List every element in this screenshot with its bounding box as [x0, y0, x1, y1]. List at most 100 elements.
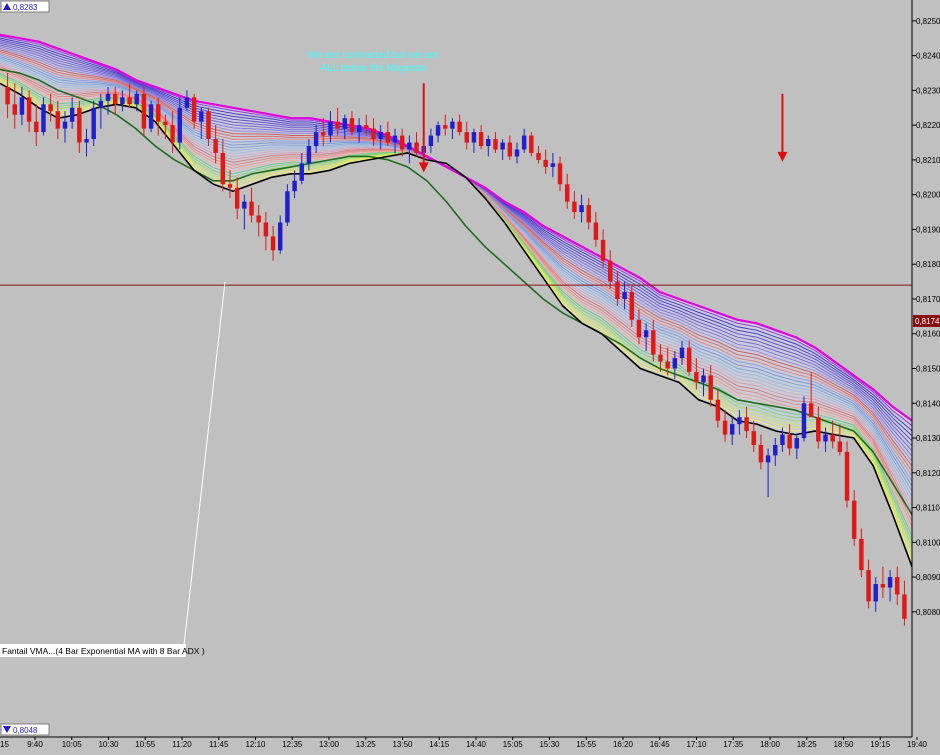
candle-body	[428, 135, 434, 147]
candle-body	[564, 184, 570, 202]
candle-body	[794, 438, 800, 449]
x-tick-label: 19:40	[907, 740, 928, 749]
candle-body	[895, 577, 900, 595]
candle-body	[672, 358, 678, 369]
candle-body	[493, 139, 498, 150]
candle-body	[34, 121, 39, 133]
y-tick-label: 0,8170	[916, 295, 940, 304]
candle-body	[521, 135, 527, 150]
candle-body	[679, 347, 685, 359]
candle-body	[529, 135, 534, 153]
x-tick-label: 13:00	[319, 740, 340, 749]
candle-body	[643, 330, 649, 338]
candle-body	[26, 97, 32, 122]
indicator-label: Fantail VMA...(4 Bar Exponential MA with…	[2, 646, 205, 656]
y-tick-label: 0,8130	[916, 434, 940, 443]
candle-body	[349, 118, 355, 133]
candle-body	[170, 125, 175, 143]
candle-body	[378, 132, 383, 140]
x-tick-label: 16:45	[650, 740, 671, 749]
candle-body	[270, 236, 276, 251]
candle-body	[507, 142, 513, 157]
candle-body	[435, 125, 441, 136]
chart-svg: We are contracted but we are ALL below t…	[0, 0, 940, 750]
candle-body	[572, 201, 577, 213]
candle-body	[148, 104, 154, 129]
annotation-line-1: We are contracted but we are	[308, 50, 439, 61]
y-tick-label: 0,8090	[916, 573, 940, 582]
y-tick-label: 0,8200	[916, 191, 940, 200]
y-tick-label: 0,8190	[916, 225, 940, 234]
candle-body	[622, 292, 627, 299]
candle-body	[371, 128, 376, 140]
scale-high-label: 0,8283	[13, 3, 38, 12]
candle-body	[500, 142, 505, 150]
candle-body	[19, 97, 25, 115]
candle-body	[851, 500, 857, 539]
x-tick-label: 12:35	[282, 740, 303, 749]
x-tick-label: 17:35	[723, 740, 744, 749]
candle-body	[615, 281, 620, 299]
candle-body	[464, 132, 469, 143]
candle-body	[859, 538, 864, 571]
candle-body	[586, 205, 591, 223]
candle-body	[443, 125, 448, 129]
candle-body	[263, 222, 269, 237]
candle-body	[844, 451, 850, 501]
candle-body	[112, 93, 118, 105]
y-tick-label: 0,8150	[916, 365, 940, 374]
candle-body	[536, 152, 541, 160]
candle-body	[285, 191, 290, 223]
candle-body	[177, 107, 183, 143]
candle-body	[887, 577, 893, 588]
candle-body	[69, 107, 75, 122]
candle-body	[722, 420, 728, 435]
x-tick-label: 13:50	[392, 740, 413, 749]
candle-body	[184, 97, 190, 108]
y-tick-label: 0,8230	[916, 86, 940, 95]
x-tick-label: 18:25	[797, 740, 818, 749]
candle-body	[98, 100, 104, 108]
x-tick-label: 19:15	[870, 740, 891, 749]
candle-body	[600, 239, 606, 261]
candle-body	[12, 104, 17, 115]
candle-body	[213, 139, 218, 153]
candle-body	[156, 104, 161, 122]
candle-body	[105, 93, 111, 101]
candle-body	[321, 132, 326, 136]
candle-body	[880, 584, 886, 588]
candle-body	[91, 107, 96, 140]
candle-body	[392, 135, 398, 143]
candle-body	[765, 455, 771, 463]
x-tick-label: 14:15	[429, 740, 450, 749]
candle-body	[608, 260, 613, 282]
chart: We are contracted but we are ALL below t…	[0, 0, 940, 750]
x-tick-label: 11:45	[209, 740, 229, 749]
candle-body	[206, 111, 211, 140]
y-tick-label: 0,8180	[916, 260, 940, 269]
x-tick-label: 14:40	[466, 740, 487, 749]
candle-body	[773, 444, 778, 456]
candle-body	[686, 347, 692, 372]
y-tick-label: 0,8250	[916, 17, 940, 26]
x-tick-label: 12:10	[245, 740, 266, 749]
x-tick-label: 9:40	[27, 740, 43, 749]
candle-body	[708, 375, 713, 400]
y-tick-label: 0,8080	[916, 608, 940, 617]
candle-body	[414, 142, 419, 153]
x-tick-label: 17:10	[686, 740, 707, 749]
candle-body	[335, 121, 340, 129]
current-price-label: 0,8174	[915, 317, 940, 326]
candle-body	[665, 361, 670, 369]
candle-body	[808, 403, 814, 418]
candle-body	[292, 180, 297, 192]
candle-body	[227, 184, 233, 188]
candle-body	[737, 417, 742, 425]
candle-body	[557, 163, 563, 185]
candle-body	[902, 594, 907, 619]
candle-body	[550, 163, 556, 167]
candle-body	[399, 135, 405, 150]
candle-body	[77, 107, 82, 143]
x-tick-label: 18:00	[760, 740, 781, 749]
candle-body	[758, 444, 764, 463]
